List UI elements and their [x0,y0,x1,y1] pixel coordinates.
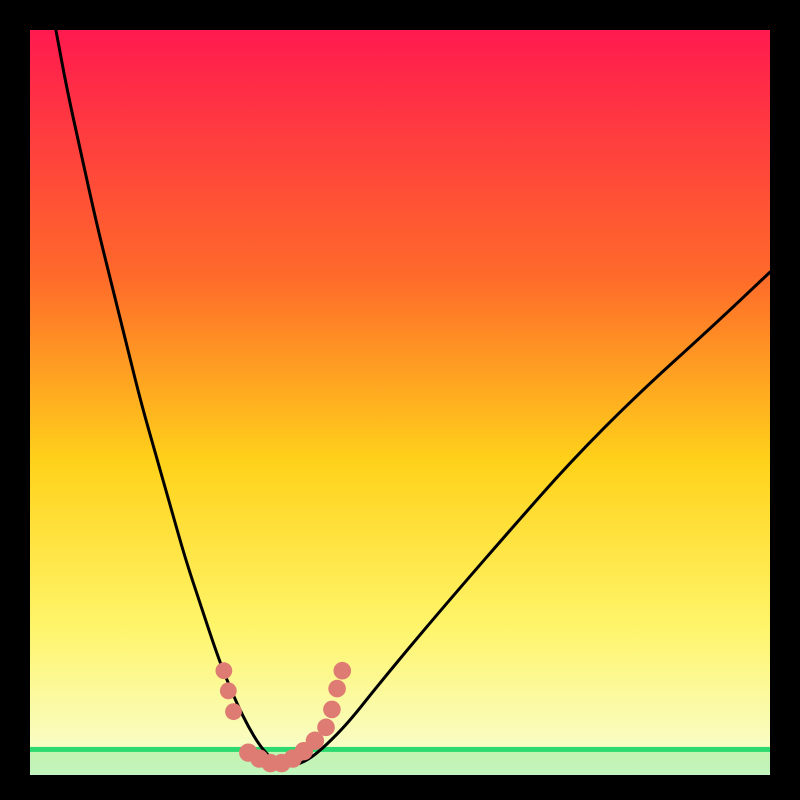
marker-dot [317,719,335,737]
marker-dot [323,701,341,719]
plot-area [30,30,770,775]
chart-svg [0,0,800,800]
chart-stage: TheBottleneck.com [0,0,800,800]
green-baseline [30,747,770,752]
marker-dot [220,682,237,699]
marker-dot [333,662,351,680]
marker-dot [225,703,242,720]
green-wash [30,752,770,775]
marker-dot [328,680,346,698]
marker-dot [215,662,232,679]
